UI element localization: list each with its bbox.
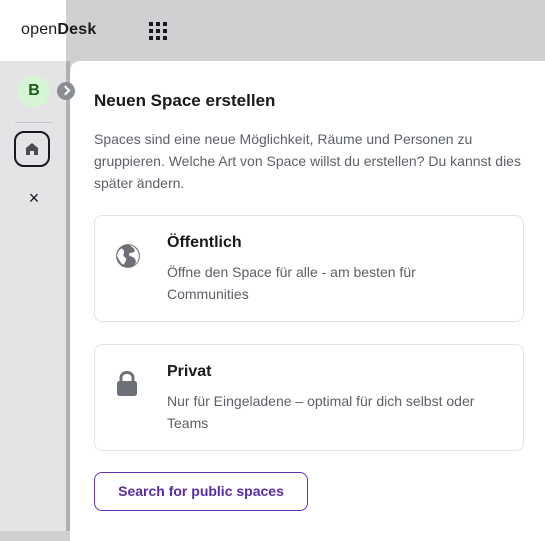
lock-icon xyxy=(117,371,137,396)
chevron-right-icon[interactable] xyxy=(57,82,75,100)
option-description: Nur für Eingeladene – optimal für dich s… xyxy=(167,393,475,431)
logo-text-light: open xyxy=(21,21,58,38)
dialog-title: Neuen Space erstellen xyxy=(94,91,276,110)
logo-text-bold: Desk xyxy=(57,21,97,38)
logo-area: openDesk xyxy=(0,0,96,61)
option-description: Öffne den Space für alle - am besten für… xyxy=(167,264,416,302)
create-space-dialog: Neuen Space erstellen Spaces sind eine n… xyxy=(70,61,545,541)
home-button[interactable] xyxy=(14,131,50,167)
avatar[interactable]: B xyxy=(18,75,50,107)
dialog-description: Spaces sind eine neue Möglichkeit, Räume… xyxy=(94,131,521,191)
app-grid-icon[interactable] xyxy=(149,22,167,40)
home-icon xyxy=(26,143,38,155)
opendesk-logo[interactable]: openDesk xyxy=(21,20,96,40)
option-title: Öffentlich xyxy=(167,234,242,251)
search-public-spaces-button[interactable]: Search for public spaces xyxy=(94,472,308,511)
public-space-option[interactable]: Öffentlich Öffne den Space für alle - am… xyxy=(94,215,524,322)
option-title: Privat xyxy=(167,363,212,380)
close-icon[interactable]: × xyxy=(24,188,44,208)
globe-icon xyxy=(116,244,140,268)
private-space-option[interactable]: Privat Nur für Eingeladene – optimal für… xyxy=(94,344,524,451)
sidebar-separator xyxy=(15,122,52,123)
